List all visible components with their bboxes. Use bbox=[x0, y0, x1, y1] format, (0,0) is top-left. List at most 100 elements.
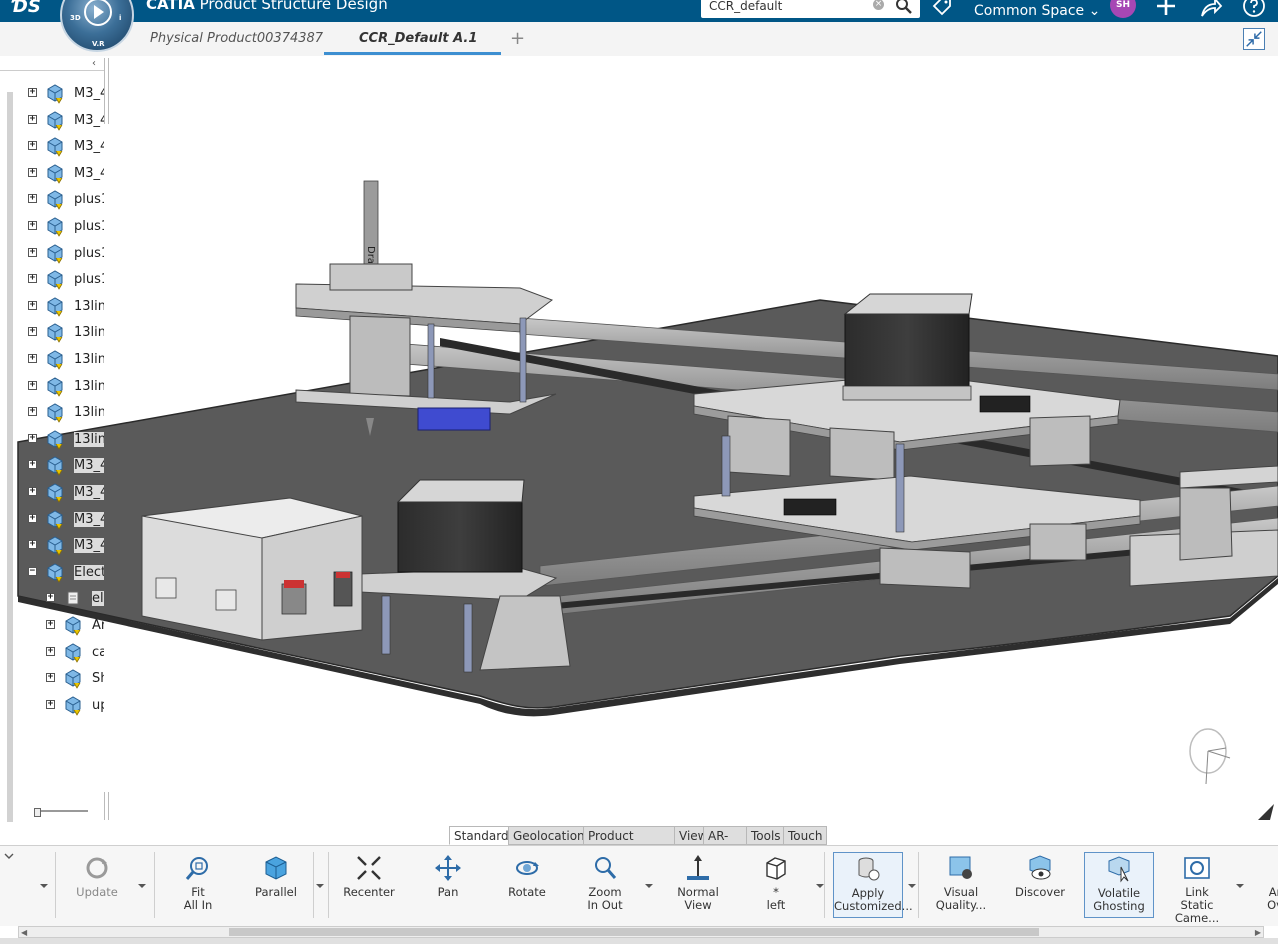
tree-node[interactable]: + M3_4 bbox=[0, 454, 110, 478]
tree-node[interactable]: + M3_4 bbox=[0, 109, 110, 133]
cmd-update-button[interactable]: Update bbox=[62, 852, 132, 918]
section-tab-touch[interactable]: Touch bbox=[783, 826, 827, 845]
expand-node-icon[interactable]: + bbox=[28, 167, 37, 177]
expand-node-icon[interactable]: + bbox=[46, 646, 55, 656]
tree-node[interactable]: + M3_4 bbox=[0, 162, 110, 186]
cmd-link-static-camera-button[interactable]: Link Static Came... bbox=[1162, 852, 1232, 925]
tree-node[interactable]: +13lin bbox=[0, 295, 110, 319]
cmd-zoom-button[interactable]: Zoom In Out bbox=[570, 852, 640, 918]
cmd-parallel-button[interactable]: Parallel bbox=[241, 852, 311, 918]
action-bar-scroll-thumb[interactable] bbox=[229, 928, 1039, 936]
cmd-pan-button[interactable]: Pan bbox=[413, 852, 483, 918]
tree-node[interactable]: + M3_4 bbox=[0, 135, 110, 159]
cnc-assembly-model[interactable]: Dray bbox=[0, 56, 1278, 826]
cmd-view-left-button[interactable]: * left bbox=[741, 852, 811, 918]
search-icon[interactable] bbox=[895, 0, 913, 15]
clear-search-icon[interactable]: × bbox=[873, 0, 884, 10]
collapse-tree-icon[interactable]: ‹ bbox=[92, 58, 96, 69]
tree-node[interactable]: + el bbox=[0, 587, 110, 611]
action-bar-scrollbar[interactable]: ◀ ▶ bbox=[18, 926, 1264, 938]
section-tab-ar-vr[interactable]: AR-VR bbox=[703, 826, 747, 862]
expand-node-icon[interactable]: + bbox=[28, 247, 37, 257]
tree-node[interactable]: + up bbox=[0, 694, 110, 718]
cmd-visual-quality-button[interactable]: Visual Quality... bbox=[926, 852, 996, 918]
tree-node[interactable]: + M3_4 bbox=[0, 481, 110, 505]
tree-node[interactable]: + plus1 bbox=[0, 188, 110, 212]
expand-node-icon[interactable]: + bbox=[46, 699, 55, 709]
expand-node-icon[interactable]: + bbox=[28, 540, 37, 550]
dropdown-arrow-icon[interactable] bbox=[908, 884, 916, 888]
tree-node[interactable]: + M3_4 bbox=[0, 508, 110, 532]
dropdown-arrow-icon[interactable] bbox=[316, 884, 324, 888]
cmd-rotate-button[interactable]: Rotate bbox=[492, 852, 562, 918]
collaborative-space-selector[interactable]: Common Space ⌄ bbox=[974, 3, 1100, 19]
dropdown-arrow-icon[interactable] bbox=[40, 884, 48, 888]
tag-icon[interactable] bbox=[930, 0, 952, 18]
add-tab-button[interactable]: + bbox=[510, 28, 525, 49]
tree-node[interactable]: + ca bbox=[0, 641, 110, 665]
tree-zoom-slider[interactable] bbox=[34, 810, 88, 812]
section-tab-geolocation[interactable]: Geolocation bbox=[508, 826, 585, 845]
expand-node-icon[interactable]: + bbox=[28, 407, 37, 417]
share-icon[interactable] bbox=[1199, 0, 1223, 18]
expand-node-icon[interactable]: + bbox=[28, 327, 37, 337]
cmd-more-button[interactable]: ArOv bbox=[1240, 852, 1278, 918]
tree-splitter-bottom[interactable] bbox=[104, 792, 109, 820]
tree-node[interactable]: +13lin bbox=[0, 321, 110, 345]
tree-node[interactable]: + M3_4 bbox=[0, 82, 110, 106]
tree-node[interactable]: − Electr bbox=[0, 561, 110, 585]
dropdown-arrow-icon[interactable] bbox=[816, 884, 824, 888]
cmd-recenter-button[interactable]: Recenter bbox=[334, 852, 404, 918]
dropdown-arrow-icon[interactable] bbox=[138, 884, 146, 888]
expand-node-icon[interactable]: + bbox=[28, 88, 37, 97]
collapse-node-icon[interactable]: − bbox=[28, 566, 37, 576]
dassault-logo-icon[interactable]: ƊS bbox=[12, 0, 41, 17]
3d-viewer[interactable]: Dray bbox=[0, 56, 1278, 826]
expand-node-icon[interactable]: + bbox=[28, 114, 37, 124]
expand-node-icon[interactable]: + bbox=[28, 433, 37, 443]
tab-ccr-default[interactable]: CCR_Default A.1 bbox=[359, 31, 477, 46]
dropdown-arrow-icon[interactable] bbox=[645, 884, 653, 888]
expand-node-icon[interactable]: + bbox=[46, 620, 55, 629]
expand-node-icon[interactable]: + bbox=[28, 141, 37, 151]
action-bar-collapse-icon[interactable] bbox=[4, 852, 14, 860]
dropdown-arrow-icon[interactable] bbox=[1236, 884, 1244, 888]
cmd-apply-customized-button[interactable]: Apply Customized... bbox=[833, 852, 913, 918]
cmd-normal-view-button[interactable]: Normal View bbox=[663, 852, 733, 918]
cmd-volatile-ghosting-button[interactable]: Volatile Ghosting bbox=[1084, 852, 1154, 918]
expand-node-icon[interactable]: + bbox=[46, 673, 55, 683]
expand-node-icon[interactable]: + bbox=[28, 460, 37, 470]
tree-node[interactable]: + Ar bbox=[0, 614, 110, 638]
tree-node[interactable]: + Sh bbox=[0, 667, 110, 691]
help-icon[interactable] bbox=[1242, 0, 1266, 18]
tree-node[interactable]: +13lin bbox=[0, 375, 110, 399]
scroll-right-icon[interactable]: ▶ bbox=[1255, 928, 1261, 937]
tree-node[interactable]: + M3_4 bbox=[0, 534, 110, 558]
tree-node[interactable]: +13lin bbox=[0, 348, 110, 372]
section-tab-standard[interactable]: Standard bbox=[449, 826, 509, 845]
expand-node-icon[interactable]: + bbox=[28, 487, 37, 496]
expand-node-icon[interactable]: + bbox=[28, 300, 37, 310]
expand-node-icon[interactable]: + bbox=[28, 513, 37, 523]
cmd-discover-button[interactable]: Discover bbox=[1005, 852, 1075, 918]
section-tab-product-edition[interactable]: Product Edition bbox=[583, 826, 675, 862]
cmd-fit-all-in-button[interactable]: Fit All In bbox=[163, 852, 233, 918]
section-tab-view[interactable]: View bbox=[674, 826, 707, 845]
tree-zoom-slider-knob[interactable] bbox=[34, 808, 41, 817]
scroll-left-icon[interactable]: ◀ bbox=[21, 928, 27, 937]
compass-play-icon[interactable] bbox=[84, 0, 112, 26]
tree-node[interactable]: +13lin bbox=[0, 428, 110, 452]
expand-node-icon[interactable]: + bbox=[28, 354, 37, 363]
search-input[interactable] bbox=[709, 0, 869, 16]
section-tab-tools[interactable]: Tools bbox=[746, 826, 784, 845]
tree-node[interactable]: + plus1 bbox=[0, 268, 110, 292]
expand-node-icon[interactable]: + bbox=[46, 593, 55, 603]
avatar[interactable]: SH bbox=[1110, 0, 1136, 18]
tree-node[interactable]: + plus1 bbox=[0, 215, 110, 239]
expand-node-icon[interactable]: + bbox=[28, 194, 37, 204]
minimize-view-icon[interactable] bbox=[1243, 28, 1265, 50]
expand-node-icon[interactable]: + bbox=[28, 221, 37, 230]
expand-node-icon[interactable]: + bbox=[28, 380, 37, 390]
tree-node[interactable]: + plus1 bbox=[0, 242, 110, 266]
tab-physical-product[interactable]: Physical Product00374387 bbox=[150, 31, 323, 46]
